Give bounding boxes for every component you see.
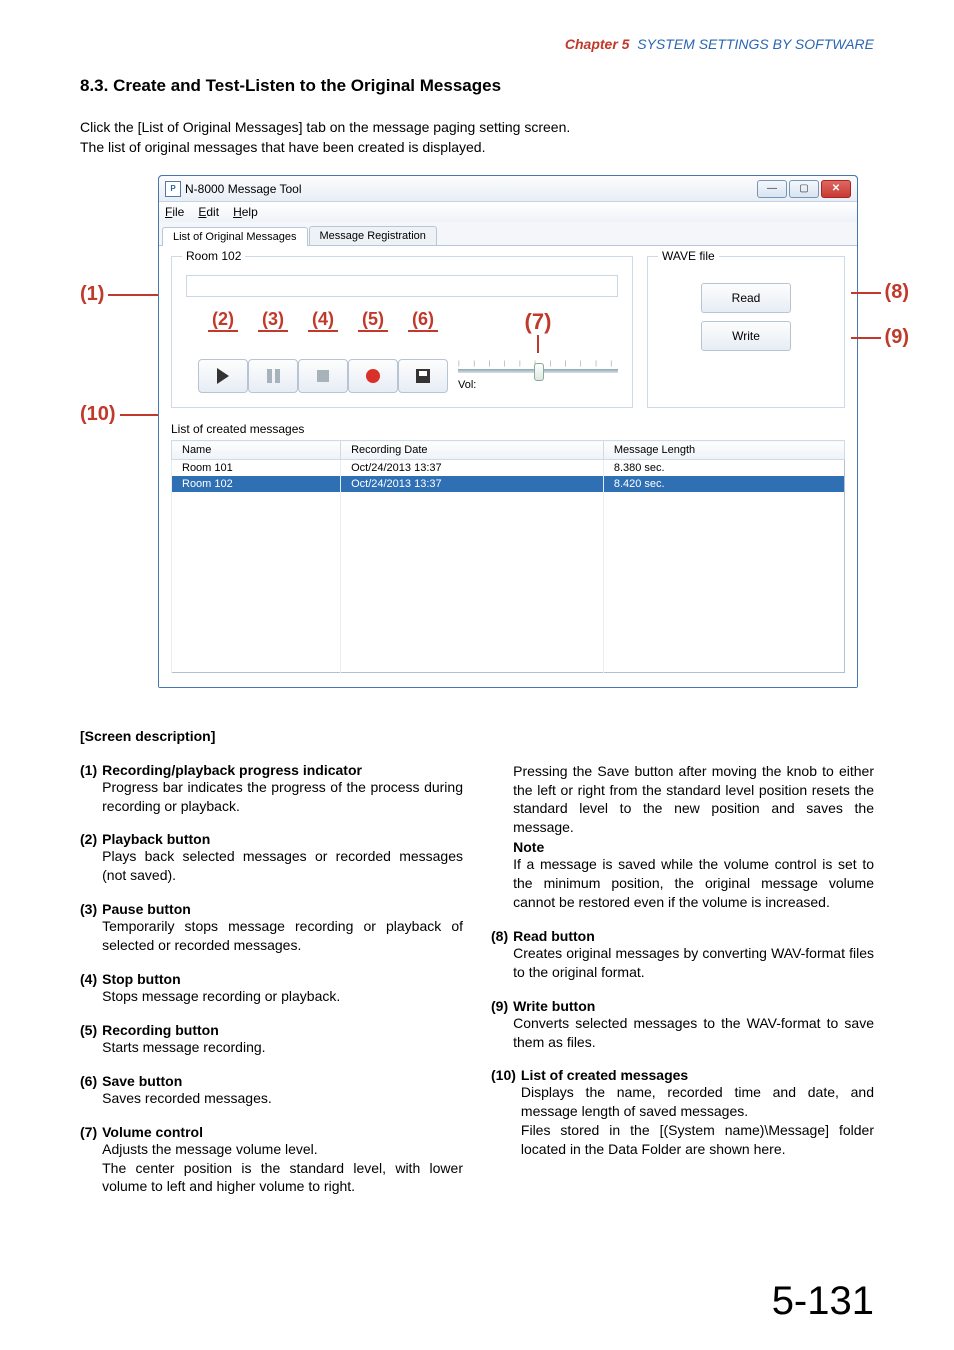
desc-heading: [Screen description] (80, 728, 874, 744)
intro-text: Click the [List of Original Messages] ta… (80, 118, 874, 157)
save-button[interactable] (398, 359, 448, 393)
col-length[interactable]: Message Length (603, 441, 844, 460)
callout-8: (8) (851, 281, 909, 304)
window-title: N-8000 Message Tool (185, 182, 302, 196)
app-icon: P (165, 181, 181, 197)
stop-icon (317, 370, 329, 382)
callout-1: (1) (80, 283, 158, 306)
menubar: File Edit Help (159, 202, 857, 222)
page-number: 5-131 (772, 1279, 874, 1324)
menu-edit[interactable]: Edit (198, 205, 219, 219)
wave-file-group: WAVE file Read Write (647, 256, 845, 408)
group-legend: Room 102 (182, 249, 245, 263)
menu-file[interactable]: File (165, 205, 184, 219)
titlebar: P N-8000 Message Tool — ▢ ✕ (159, 176, 857, 202)
slider-knob[interactable] (534, 363, 544, 381)
play-icon (217, 368, 229, 384)
play-button[interactable] (198, 359, 248, 393)
section-title: 8.3. Create and Test-Listen to the Origi… (80, 76, 874, 96)
maximize-button[interactable]: ▢ (789, 180, 819, 198)
close-button[interactable]: ✕ (821, 180, 851, 198)
table-row[interactable]: Room 101Oct/24/2013 13:378.380 sec. (172, 460, 845, 477)
tab-message-registration[interactable]: Message Registration (309, 226, 437, 245)
save-icon (416, 369, 430, 383)
table-row-selected[interactable]: Room 102Oct/24/2013 13:378.420 sec. (172, 476, 845, 492)
running-header: Chapter 5 SYSTEM SETTINGS BY SOFTWARE (80, 36, 874, 52)
callout-2: (2) (198, 309, 248, 353)
write-button[interactable]: Write (701, 321, 791, 351)
callout-9: (9) (851, 326, 909, 349)
col-name[interactable]: Name (172, 441, 341, 460)
volume-slider[interactable] (458, 369, 618, 373)
callout-7: (7) (458, 309, 618, 353)
table-header: Name Recording Date Message Length (172, 441, 845, 460)
pause-button[interactable] (248, 359, 298, 393)
callout-6: (6) (398, 309, 448, 353)
col-date[interactable]: Recording Date (341, 441, 604, 460)
app-window: P N-8000 Message Tool — ▢ ✕ File Edit He… (158, 175, 858, 688)
list-title: List of created messages (171, 422, 845, 436)
callout-5: (5) (348, 309, 398, 353)
read-button[interactable]: Read (701, 283, 791, 313)
messages-table: Name Recording Date Message Length Room … (171, 440, 845, 673)
minimize-button[interactable]: — (757, 180, 787, 198)
record-icon (366, 369, 380, 383)
pause-icon (267, 369, 280, 383)
callout-4: (4) (298, 309, 348, 353)
menu-help[interactable]: Help (233, 205, 258, 219)
progress-bar (186, 275, 618, 297)
wave-legend: WAVE file (658, 249, 719, 263)
playback-group: Room 102 (2) (3) (4) (5) (6) (7) (171, 256, 633, 408)
record-button[interactable] (348, 359, 398, 393)
stop-button[interactable] (298, 359, 348, 393)
callout-10: (10) (80, 403, 158, 426)
tab-bar: List of Original Messages Message Regist… (159, 222, 857, 246)
tab-list-original-messages[interactable]: List of Original Messages (162, 227, 308, 246)
callout-3: (3) (248, 309, 298, 353)
